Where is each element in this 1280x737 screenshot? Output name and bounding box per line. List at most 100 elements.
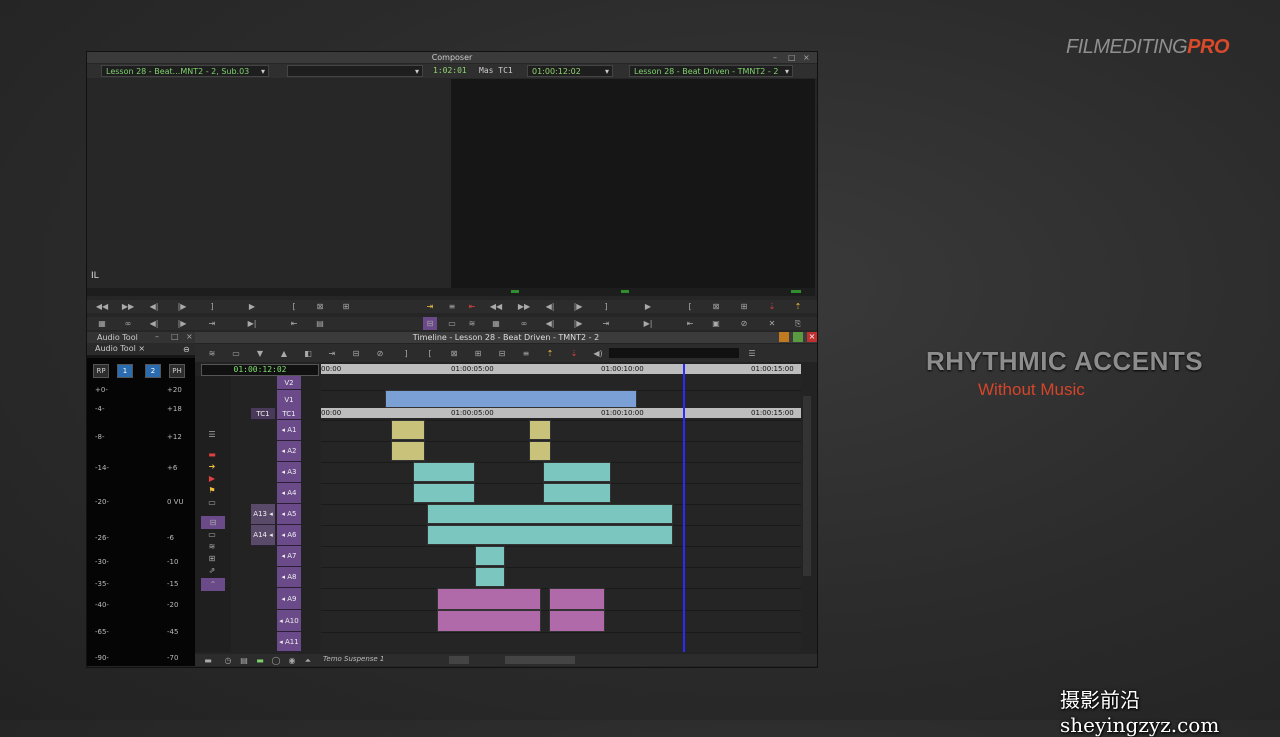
rec-play-loop-icon[interactable]: ▶| [641,317,655,330]
clip-a1b[interactable] [529,420,551,440]
tl-zoom-handle[interactable] [449,656,469,664]
next-edit-icon[interactable]: |▶ [175,317,189,330]
source-clip-menu[interactable]: Lesson 28 - Beat...MNT2 - 2, Sub.03 ▾ [101,65,269,77]
tool-grid-icon[interactable]: ▦ [95,317,109,330]
track-header-a3[interactable]: ◂ A3 [277,462,301,483]
tl-footer-eye-icon[interactable]: ◉ [285,654,299,667]
track-header-a2[interactable]: ◂ A2 [277,441,301,462]
clip-a4[interactable] [413,483,475,503]
step-forward-icon[interactable]: |▶ [175,300,189,313]
rec-copy-icon[interactable]: ⎘ [791,317,805,330]
track-header-a10[interactable]: ◂ A10 [277,610,301,632]
tl-lift-icon[interactable]: ◧ [301,347,315,360]
tl-down-icon[interactable]: ▼ [253,347,267,360]
tl-mark-in-icon[interactable]: [ [423,347,437,360]
clip-a2[interactable] [391,441,425,461]
rewind-icon[interactable]: ◀◀ [95,300,109,313]
tl-list-icon[interactable]: ☰ [205,428,219,441]
track-header-v1[interactable]: V1 [277,390,301,410]
tl-footer-speech-icon[interactable]: ◯ [269,654,283,667]
track-header-a4[interactable]: ◂ A4 [277,483,301,504]
tl-footer-green-icon[interactable]: ▬ [253,654,267,667]
link-icon[interactable]: ∞ [121,317,135,330]
overwrite-icon[interactable]: ≡ [445,300,459,313]
track-header-a11[interactable]: ◂ A11 [277,632,301,652]
clip-a9b[interactable] [549,588,605,610]
track-header-v2[interactable]: V2 [277,376,301,390]
trim-icon[interactable]: ⇤ [287,317,301,330]
splice-in-icon[interactable]: ⇥ [423,300,437,313]
track-header-a7[interactable]: ◂ A7 [277,546,301,567]
tl-footer-menu-icon[interactable]: ▬ [201,654,215,667]
source-track-a14[interactable]: A14 ◂ [251,525,275,546]
layout-icon[interactable]: ▭ [445,317,459,330]
rec-play-icon[interactable]: ▶ [641,300,655,313]
clip-a5[interactable] [427,504,673,524]
tl-extract-red-icon[interactable]: ⇣ [567,347,581,360]
tl-footer-up-icon[interactable]: ⏶ [301,654,315,667]
tl-link2-icon[interactable]: ⇗ [205,564,219,577]
rec-mark-out-icon[interactable]: ] [599,300,613,313]
at-close-icon[interactable]: × [186,332,193,341]
rec-rewind-icon[interactable]: ◀◀ [489,300,503,313]
tl-monitor-icon[interactable]: ▭ [229,347,243,360]
track-lane-a8[interactable] [321,567,801,589]
extract-icon[interactable]: ⇣ [765,300,779,313]
tl-settings-icon[interactable]: ≋ [205,347,219,360]
match-frame-icon[interactable]: ▤ [313,317,327,330]
maximize-icon[interactable]: □ [788,52,796,63]
clip-a3b[interactable] [543,462,611,482]
fast-forward-icon[interactable]: ▶▶ [121,300,135,313]
clip-v1[interactable] [385,390,637,408]
tl-copy-icon[interactable]: ⊟ [349,347,363,360]
tl-box-icon[interactable]: ▭ [205,496,219,509]
clip-a2b[interactable] [529,441,551,461]
tl-up-icon[interactable]: ▲ [277,347,291,360]
clip-a4b[interactable] [543,483,611,503]
track-header-a5[interactable]: ◂ A5 [277,504,301,525]
tl-mark-clip-icon[interactable]: ⊠ [447,347,461,360]
clip-a3[interactable] [413,462,475,482]
rec-grid-icon[interactable]: ▦ [489,317,503,330]
play-icon[interactable]: ▶ [245,300,259,313]
clip-a9[interactable] [437,588,541,610]
tl-maximize-icon[interactable] [793,332,803,342]
rec-step-forward-icon[interactable]: |▶ [571,300,585,313]
export-icon[interactable]: ⇡ [791,300,805,313]
rec-next-edit-icon[interactable]: |▶ [571,317,585,330]
tl-disable-icon[interactable]: ⊘ [373,347,387,360]
track-lane-a11[interactable] [321,632,801,652]
source-track-a13[interactable]: A13 ◂ [251,504,275,525]
track-header-a6[interactable]: ◂ A6 [277,525,301,546]
clip-a1[interactable] [391,420,425,440]
record-timecode[interactable]: 01:00:12:02 ▾ [527,65,613,77]
tl-minimize-icon[interactable] [779,332,789,342]
tl-audio-icon[interactable]: ◀) [591,347,605,360]
tl-footer-clock-icon[interactable]: ◷ [221,654,235,667]
rec-go-out-icon[interactable]: ⇥ [599,317,613,330]
channel-1-button[interactable]: 1 [117,364,133,378]
clip-a6[interactable] [427,525,673,545]
settings-icon[interactable]: ≋ [465,317,479,330]
record-monitor[interactable] [451,79,815,289]
playhead[interactable] [683,364,685,652]
play-loop-icon[interactable]: ▶| [245,317,259,330]
minimize-icon[interactable]: – [773,52,777,63]
tl-splice-icon[interactable]: ⊟ [495,347,509,360]
record-sequence-menu[interactable]: Lesson 28 - Beat Driven - TMNT2 - 2 ▾ [629,65,793,77]
segment-mode-icon[interactable]: ⊟ [423,317,437,330]
tl-menu-icon[interactable]: ☰ [745,347,759,360]
timeline-ruler[interactable]: 00:00 01:00:05:00 01:00:10:00 01:00:15:00 [321,364,801,374]
rec-mark-in-icon[interactable]: [ [683,300,697,313]
tl-hscroll[interactable] [505,656,575,664]
clip-a7[interactable] [475,546,505,566]
source-track-menu[interactable]: ▾ [287,65,423,77]
tl-close-icon[interactable]: × [807,332,817,342]
tl-export-icon[interactable]: ⇡ [543,347,557,360]
track-header-a1[interactable]: ◂ A1 [277,420,301,441]
source-position-bar[interactable] [87,288,451,296]
clear-marks-icon[interactable]: ⊞ [339,300,353,313]
lift-icon[interactable]: ⇤ [465,300,479,313]
close-icon[interactable]: × [803,52,810,63]
clip-a10b[interactable] [549,610,605,632]
